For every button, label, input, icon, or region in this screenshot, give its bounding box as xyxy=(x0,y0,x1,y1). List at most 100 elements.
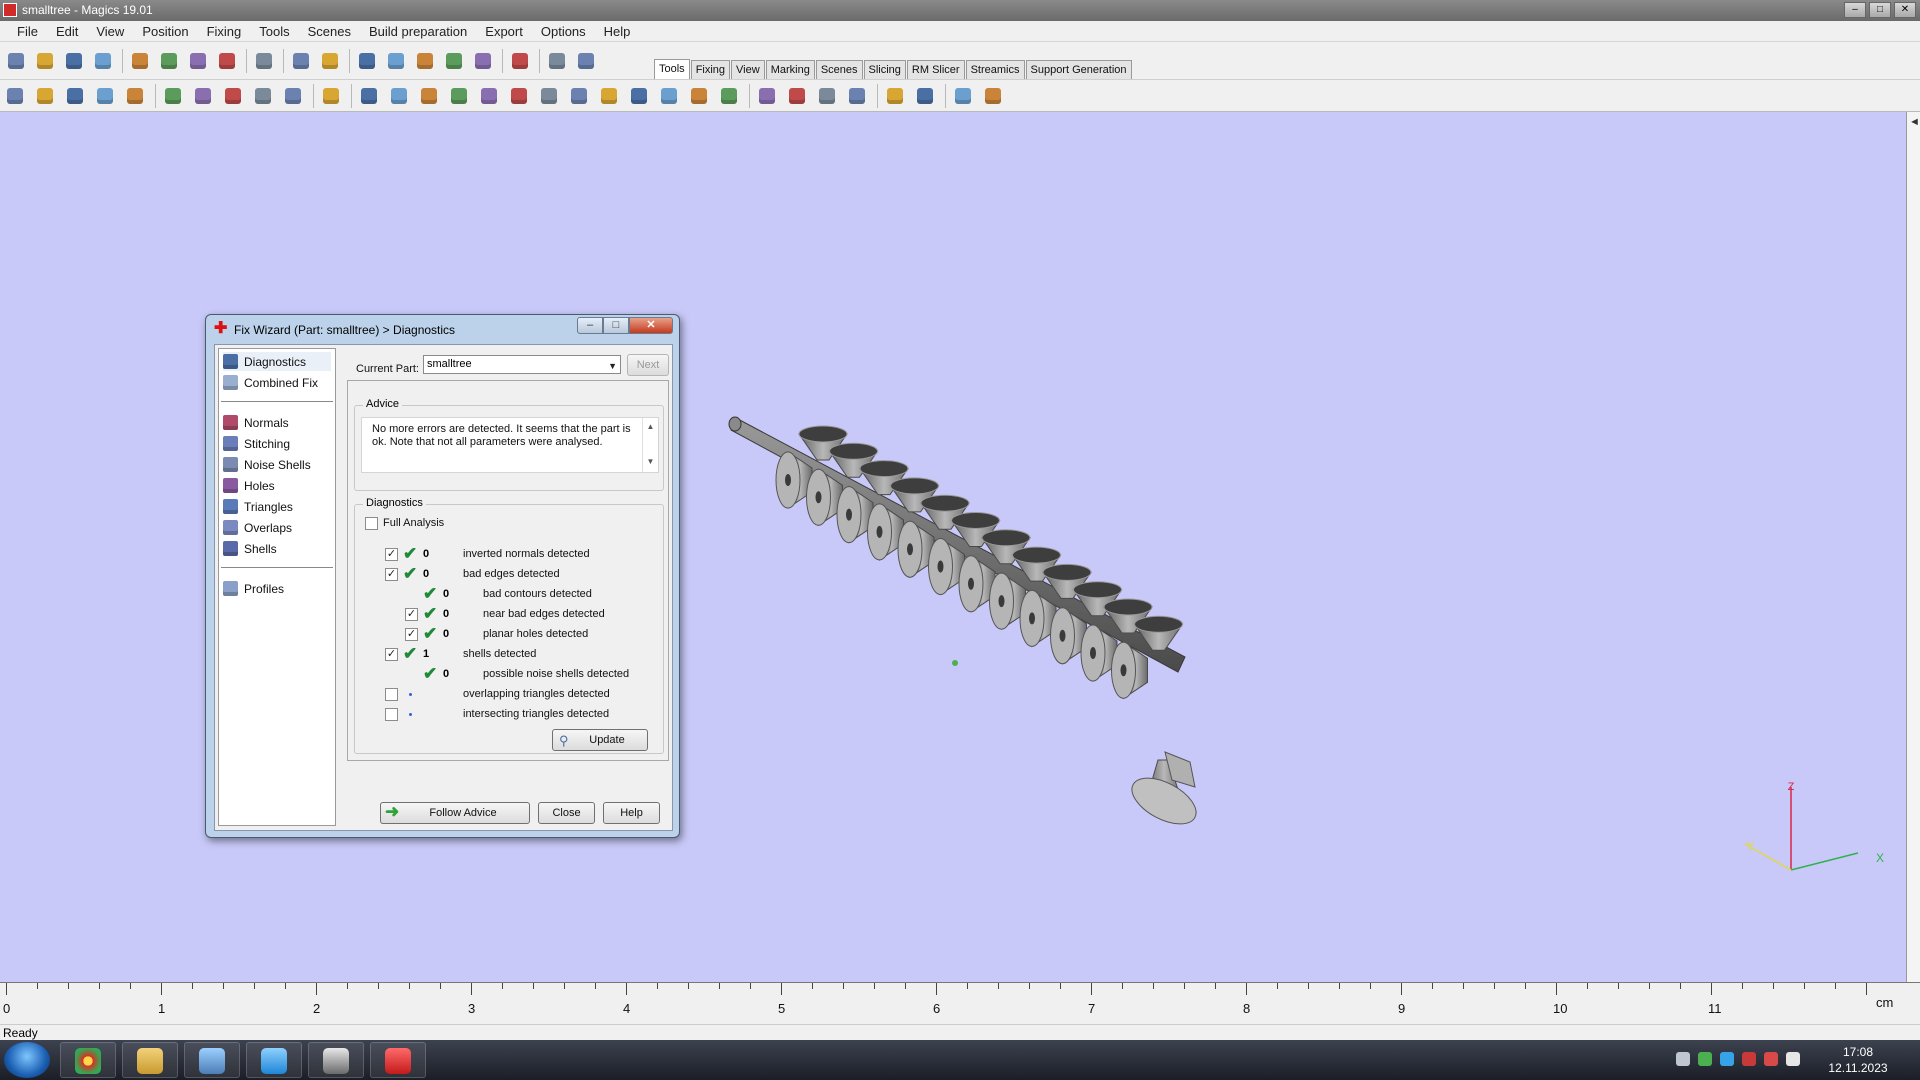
menu-tools[interactable]: Tools xyxy=(250,24,298,39)
full-analysis-checkbox[interactable] xyxy=(365,517,378,530)
translate-icon[interactable] xyxy=(413,49,437,73)
settings-icon[interactable] xyxy=(913,84,937,108)
nav-item-profiles[interactable]: Profiles xyxy=(223,579,331,598)
menu-view[interactable]: View xyxy=(87,24,133,39)
dialog-minimize-button[interactable]: – xyxy=(577,317,603,334)
nav-item-holes[interactable]: Holes xyxy=(223,476,331,495)
overlap-icon[interactable] xyxy=(507,84,531,108)
menu-options[interactable]: Options xyxy=(532,24,595,39)
zoom-fit-icon[interactable] xyxy=(471,49,495,73)
nav-item-shells[interactable]: Shells xyxy=(223,539,331,558)
new-file-icon[interactable] xyxy=(4,49,28,73)
tab-scenes[interactable]: Scenes xyxy=(815,60,863,79)
magics-taskbar-icon[interactable] xyxy=(370,1042,426,1078)
slice-icon[interactable] xyxy=(951,84,975,108)
back-view-icon[interactable] xyxy=(567,84,591,108)
outline-icon[interactable] xyxy=(717,84,741,108)
undo-icon[interactable] xyxy=(289,49,313,73)
mirror-icon[interactable] xyxy=(161,84,185,108)
render-icon[interactable] xyxy=(845,84,869,108)
language-flag-icon[interactable] xyxy=(1742,1052,1756,1066)
lock-icon[interactable] xyxy=(785,84,809,108)
move-icon[interactable] xyxy=(33,84,57,108)
save-as-icon[interactable] xyxy=(91,49,115,73)
follow-advice-button[interactable]: ➜ Follow Advice xyxy=(380,802,530,824)
diagnostic-checkbox[interactable]: ✓ xyxy=(405,608,418,621)
cut-icon[interactable] xyxy=(221,84,245,108)
diagnostic-checkbox[interactable]: ✓ xyxy=(385,548,398,561)
nav-item-normals[interactable]: Normals xyxy=(223,413,331,432)
nav-item-triangles[interactable]: Triangles xyxy=(223,497,331,516)
menu-position[interactable]: Position xyxy=(133,24,197,39)
shaded-icon[interactable] xyxy=(687,84,711,108)
help-button[interactable]: Help xyxy=(603,802,660,824)
rotate-view-icon[interactable] xyxy=(63,84,87,108)
wireframe-icon[interactable] xyxy=(657,84,681,108)
explorer-taskbar-icon[interactable] xyxy=(122,1042,178,1078)
redo-icon[interactable] xyxy=(318,49,342,73)
menu-build-preparation[interactable]: Build preparation xyxy=(360,24,476,39)
globe-icon[interactable] xyxy=(1720,1052,1734,1066)
update-button[interactable]: ⚲ Update xyxy=(552,729,648,751)
tab-view[interactable]: View xyxy=(731,60,765,79)
start-button[interactable] xyxy=(4,1042,50,1078)
close-button[interactable]: ✕ xyxy=(1894,2,1916,18)
menu-help[interactable]: Help xyxy=(595,24,640,39)
advice-scrollbar[interactable]: ▲ ▼ xyxy=(642,418,658,472)
dialog-maximize-button[interactable]: □ xyxy=(603,317,629,334)
current-part-select[interactable]: smalltree ▼ xyxy=(423,355,621,374)
tab-support-generation[interactable]: Support Generation xyxy=(1025,60,1132,79)
dialog-close-button[interactable]: ✕ xyxy=(629,317,673,334)
v8-taskbar-icon[interactable] xyxy=(246,1042,302,1078)
tab-slicing[interactable]: Slicing xyxy=(863,60,906,79)
minimize-button[interactable]: – xyxy=(1844,2,1866,18)
nav-item-combined-fix[interactable]: Combined Fix xyxy=(223,373,331,392)
action-center-icon[interactable] xyxy=(1764,1052,1778,1066)
menu-fixing[interactable]: Fixing xyxy=(198,24,251,39)
select-triangle-icon[interactable] xyxy=(357,84,381,108)
chrome-taskbar-icon[interactable] xyxy=(60,1042,116,1078)
pan-icon[interactable] xyxy=(3,84,27,108)
diagnostic-checkbox[interactable]: ✓ xyxy=(385,568,398,581)
save-icon[interactable] xyxy=(62,49,86,73)
tray-arrow-icon[interactable] xyxy=(1676,1052,1690,1066)
open-icon[interactable] xyxy=(33,49,57,73)
tab-fixing[interactable]: Fixing xyxy=(690,60,731,79)
print-icon[interactable] xyxy=(252,49,276,73)
help-icon[interactable] xyxy=(545,49,569,73)
copy-icon[interactable] xyxy=(123,84,147,108)
next-button[interactable]: Next xyxy=(627,354,669,376)
diagnostic-checkbox[interactable] xyxy=(385,688,398,701)
support-icon[interactable] xyxy=(883,84,907,108)
tab-rm-slicer[interactable]: RM Slicer xyxy=(906,60,965,79)
zoom-icon[interactable] xyxy=(442,49,466,73)
front-view-icon[interactable] xyxy=(537,84,561,108)
smalltree-model[interactable] xyxy=(728,416,1203,833)
close-dialog-button[interactable]: Close xyxy=(538,802,595,824)
nav-item-noise-shells[interactable]: Noise Shells xyxy=(223,455,331,474)
export-icon[interactable] xyxy=(981,84,1005,108)
nav-item-overlaps[interactable]: Overlaps xyxy=(223,518,331,537)
section-icon[interactable] xyxy=(627,84,651,108)
volume-icon[interactable] xyxy=(1786,1052,1800,1066)
maximize-button[interactable]: □ xyxy=(1869,2,1891,18)
wizard-icon[interactable] xyxy=(574,49,598,73)
nav-item-stitching[interactable]: Stitching xyxy=(223,434,331,453)
import-icon[interactable] xyxy=(128,49,152,73)
diagnostic-checkbox[interactable]: ✓ xyxy=(405,628,418,641)
menu-scenes[interactable]: Scenes xyxy=(299,24,360,39)
advice-textbox[interactable]: No more errors are detected. It seems th… xyxy=(361,417,659,473)
brush-icon[interactable] xyxy=(447,84,471,108)
box-icon[interactable] xyxy=(191,84,215,108)
diagnostic-checkbox[interactable] xyxy=(385,708,398,721)
diagnostic-checkbox[interactable]: ✓ xyxy=(385,648,398,661)
menu-export[interactable]: Export xyxy=(476,24,532,39)
part-icon[interactable] xyxy=(387,84,411,108)
rotate-free-icon[interactable] xyxy=(93,84,117,108)
app-taskbar-icon[interactable] xyxy=(184,1042,240,1078)
measure-icon[interactable] xyxy=(251,84,275,108)
load-icon[interactable] xyxy=(186,49,210,73)
shell-icon[interactable] xyxy=(477,84,501,108)
side-panel-toggle[interactable]: ◄ xyxy=(1906,112,1920,982)
unload-icon[interactable] xyxy=(215,49,239,73)
